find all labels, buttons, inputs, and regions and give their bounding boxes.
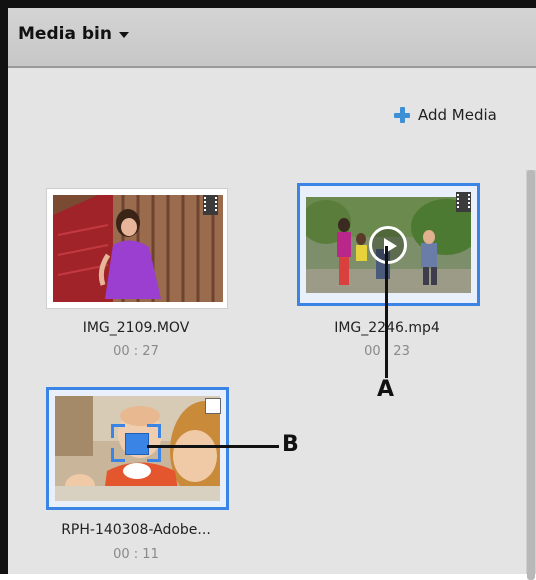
clip-thumbnail[interactable] xyxy=(46,188,228,309)
face-box-corner xyxy=(111,448,125,462)
film-icon xyxy=(203,195,218,215)
scrollbar-thumb[interactable] xyxy=(527,170,535,580)
callout-a-label: A xyxy=(377,377,395,402)
play-icon[interactable] xyxy=(369,226,407,264)
clip-thumbnail-image xyxy=(53,195,223,302)
media-grid: Add Media IMG_2109.MOV 00: 27 00 23 RPH… xyxy=(8,68,536,580)
clip-thumbnail[interactable] xyxy=(297,183,480,306)
clip-duration: 00 : 27 xyxy=(113,344,159,359)
media-bin-panel: Media bin Add Media IMG_2109.MOV 00: 27… xyxy=(0,0,536,580)
film-icon xyxy=(456,192,471,212)
panel-title[interactable]: Media bin xyxy=(18,24,112,44)
face-detection-box[interactable] xyxy=(111,424,161,462)
callout-a-line xyxy=(385,246,388,378)
face-box-fill xyxy=(125,433,149,455)
plus-icon xyxy=(394,107,410,123)
clip-thumbnail[interactable] xyxy=(46,387,229,510)
media-clip-rph-140308[interactable]: RPH-140308-Adobe... 00 : 11 xyxy=(46,387,229,562)
caret-down-icon[interactable] xyxy=(119,32,129,38)
face-box-corner xyxy=(147,424,161,438)
add-media-button[interactable]: Add Media xyxy=(394,106,497,124)
face-box-corner xyxy=(111,424,125,438)
photo-icon xyxy=(205,398,221,414)
vertical-scrollbar[interactable] xyxy=(526,170,536,580)
clip-name: RPH-140308-Adobe... xyxy=(61,522,211,538)
panel-header: Media bin xyxy=(8,8,536,68)
clip-name: IMG_2109.MOV xyxy=(82,320,190,336)
callout-b-line xyxy=(147,445,279,448)
media-clip-img-2246[interactable]: IMG_2246.mp4 00 : 23 xyxy=(297,183,480,359)
media-clip-img-2109[interactable]: IMG_2109.MOV 00 : 27 xyxy=(46,188,228,359)
callout-b-label: B xyxy=(282,432,299,457)
face-box-corner xyxy=(147,448,161,462)
clip-duration: 00 : 11 xyxy=(113,547,159,562)
add-media-label: Add Media xyxy=(418,106,497,124)
